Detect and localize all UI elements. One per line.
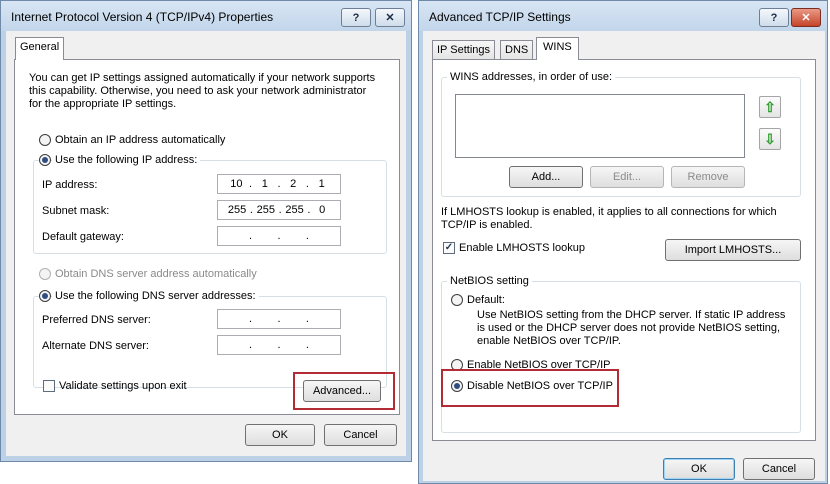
wins-remove-button[interactable]: Remove xyxy=(671,166,745,188)
alternate-dns-label: Alternate DNS server: xyxy=(42,340,149,352)
ipv4-titlebar[interactable]: Internet Protocol Version 4 (TCP/IPv4) P… xyxy=(1,1,411,31)
advanced-titlebar[interactable]: Advanced TCP/IP Settings ? ✕ xyxy=(419,1,827,31)
advanced-tcpip-dialog: Advanced TCP/IP Settings ? ✕ IP Settings… xyxy=(418,0,828,484)
default-gateway-field[interactable]: ... xyxy=(217,226,341,246)
arrow-down-icon: ⇩ xyxy=(764,130,776,147)
help-button[interactable]: ? xyxy=(341,8,371,27)
wins-addresses-label: WINS addresses, in order of use: xyxy=(447,71,616,83)
subnet-mask-field[interactable]: 255. 255. 255. 0 xyxy=(217,200,341,220)
use-following-dns-label: Use the following DNS server addresses: xyxy=(52,290,259,302)
ipv4-properties-dialog: Internet Protocol Version 4 (TCP/IPv4) P… xyxy=(0,0,412,462)
move-down-button[interactable]: ⇩ xyxy=(759,128,781,150)
preferred-dns-label: Preferred DNS server: xyxy=(42,314,151,326)
obtain-ip-auto-label: Obtain an IP address automatically xyxy=(55,134,226,146)
ip-address-field[interactable]: 10. 1. 2. 1 xyxy=(217,174,341,194)
ip-octet-3: 2 xyxy=(290,178,297,190)
intro-text: You can get IP settings assigned automat… xyxy=(29,72,376,110)
netbios-default-label: Default: xyxy=(467,294,505,306)
subnet-octet-3: 255 xyxy=(285,204,304,216)
enable-lmhosts-checkbox[interactable]: ✓ xyxy=(443,242,455,254)
subnet-octet-4: 0 xyxy=(319,204,326,216)
netbios-default-radio[interactable] xyxy=(451,294,463,306)
default-gateway-label: Default gateway: xyxy=(42,231,124,243)
close-button[interactable]: ✕ xyxy=(375,8,405,27)
tab-ip-settings[interactable]: IP Settings xyxy=(432,40,495,60)
validate-settings-label: Validate settings upon exit xyxy=(59,380,187,392)
ipv4-cancel-button[interactable]: Cancel xyxy=(324,424,397,446)
obtain-dns-auto-label: Obtain DNS server address automatically xyxy=(55,268,257,280)
arrow-up-icon: ⇧ xyxy=(764,98,776,115)
advanced-ok-button[interactable]: OK xyxy=(663,458,735,480)
wins-edit-button[interactable]: Edit... xyxy=(590,166,664,188)
use-following-ip-label: Use the following IP address: xyxy=(52,154,201,166)
advanced-cancel-button[interactable]: Cancel xyxy=(743,458,815,480)
move-up-button[interactable]: ⇧ xyxy=(759,96,781,118)
help-button[interactable]: ? xyxy=(759,8,789,27)
disable-netbios-highlight xyxy=(441,369,619,407)
general-tab-panel: You can get IP settings assigned automat… xyxy=(14,59,400,415)
enable-lmhosts-label: Enable LMHOSTS lookup xyxy=(459,242,585,254)
netbios-default-description: Use NetBIOS setting from the DHCP server… xyxy=(477,309,786,347)
obtain-ip-auto-radio[interactable] xyxy=(39,134,51,146)
subnet-octet-1: 255 xyxy=(227,204,247,216)
advanced-client-area: IP Settings DNS WINS WINS addresses, in … xyxy=(423,31,825,481)
alternate-dns-field[interactable]: ... xyxy=(217,335,341,355)
validate-settings-checkbox[interactable] xyxy=(43,380,55,392)
close-icon: ✕ xyxy=(801,12,811,24)
ipv4-client-area: General You can get IP settings assigned… xyxy=(6,31,406,456)
subnet-octet-2: 255 xyxy=(256,204,275,216)
netbios-group-label: NetBIOS setting xyxy=(447,275,532,287)
ip-octet-2: 1 xyxy=(261,178,268,190)
wins-add-button[interactable]: Add... xyxy=(509,166,583,188)
tab-wins[interactable]: WINS xyxy=(536,37,579,60)
ip-octet-1: 10 xyxy=(230,178,243,190)
ipv4-ok-button[interactable]: OK xyxy=(245,424,315,446)
lmhosts-info-text: If LMHOSTS lookup is enabled, it applies… xyxy=(441,206,777,231)
wins-tab-panel: WINS addresses, in order of use: ⇧ ⇩ Add… xyxy=(432,59,816,441)
ipv4-dialog-title: Internet Protocol Version 4 (TCP/IPv4) P… xyxy=(11,10,274,24)
tab-dns[interactable]: DNS xyxy=(500,40,534,60)
help-icon: ? xyxy=(770,11,778,24)
advanced-dialog-title: Advanced TCP/IP Settings xyxy=(429,10,571,24)
advanced-button-highlight xyxy=(293,372,395,410)
obtain-dns-auto-radio[interactable] xyxy=(39,268,51,280)
ip-address-label: IP address: xyxy=(42,179,98,191)
use-following-ip-radio[interactable] xyxy=(39,154,51,166)
close-icon: ✕ xyxy=(385,12,395,24)
tab-general[interactable]: General xyxy=(15,37,65,60)
subnet-mask-label: Subnet mask: xyxy=(42,205,110,217)
close-button[interactable]: ✕ xyxy=(791,8,821,27)
preferred-dns-field[interactable]: ... xyxy=(217,309,341,329)
use-following-dns-radio[interactable] xyxy=(39,290,51,302)
ip-octet-4: 1 xyxy=(318,178,325,190)
wins-address-list[interactable] xyxy=(455,94,745,158)
help-icon: ? xyxy=(352,11,360,24)
import-lmhosts-button[interactable]: Import LMHOSTS... xyxy=(665,239,801,261)
